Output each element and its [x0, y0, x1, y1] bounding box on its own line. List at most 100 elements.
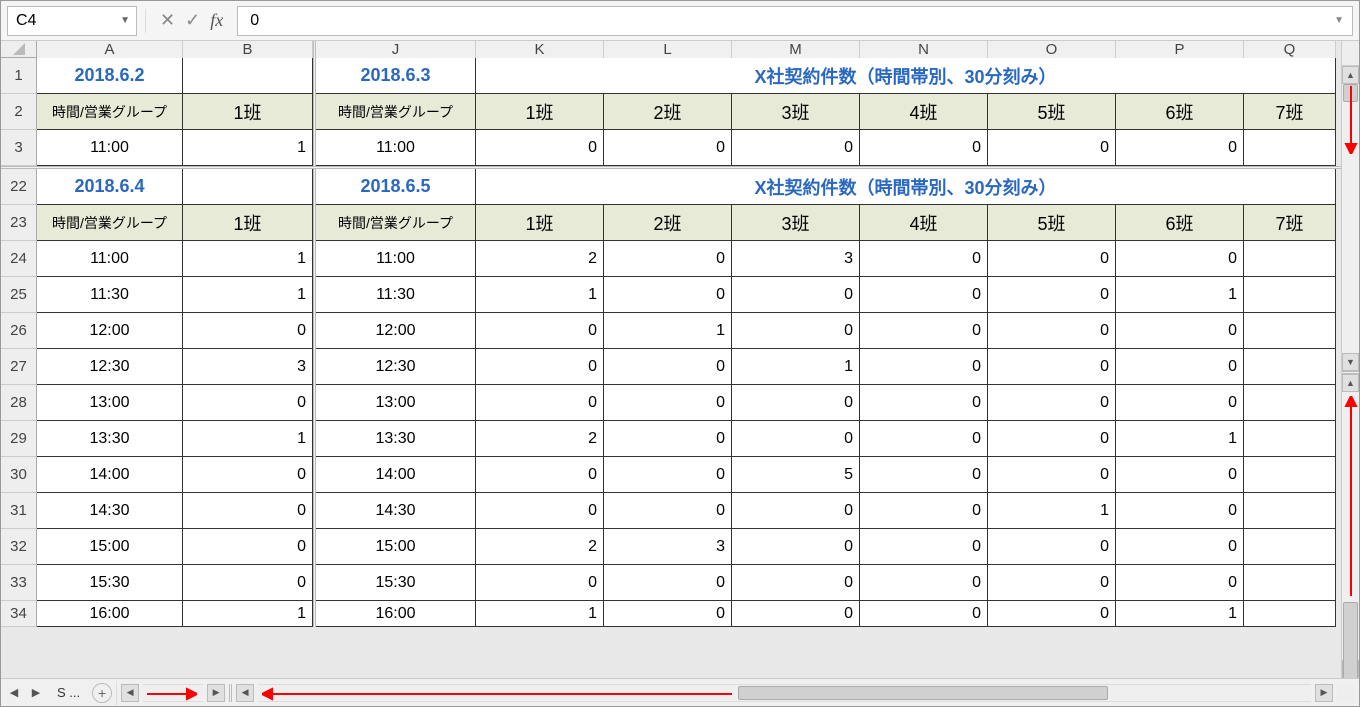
data-cell[interactable]: 0: [1116, 130, 1244, 166]
group-header-cell[interactable]: 4班: [860, 205, 988, 241]
data-cell[interactable]: 0: [860, 493, 988, 529]
data-cell[interactable]: 0: [732, 421, 860, 457]
row-header[interactable]: 23: [1, 205, 37, 241]
col-header-Q[interactable]: Q: [1244, 41, 1336, 58]
data-cell[interactable]: 0: [988, 601, 1116, 627]
data-cell[interactable]: 0: [988, 313, 1116, 349]
data-cell[interactable]: 0: [988, 241, 1116, 277]
cell-J23[interactable]: 時間/営業グループ: [316, 205, 476, 241]
data-cell[interactable]: 0: [1116, 385, 1244, 421]
hscroll-track-right[interactable]: [258, 684, 1311, 702]
data-cell[interactable]: 0: [860, 565, 988, 601]
cell-A3[interactable]: 11:00: [37, 130, 183, 166]
data-cell[interactable]: 3: [604, 529, 732, 565]
data-cell[interactable]: 1: [183, 601, 313, 627]
row-header[interactable]: 33: [1, 565, 37, 601]
time-cell[interactable]: 14:00: [316, 457, 476, 493]
data-cell[interactable]: 1: [604, 313, 732, 349]
col-header-L[interactable]: L: [604, 41, 732, 58]
data-cell[interactable]: [1244, 601, 1336, 627]
cell-B23[interactable]: 1班: [183, 205, 313, 241]
cell-A1[interactable]: 2018.6.2: [37, 58, 183, 94]
group-header-cell[interactable]: 2班: [604, 205, 732, 241]
data-cell[interactable]: 0: [732, 529, 860, 565]
data-cell[interactable]: 0: [988, 130, 1116, 166]
group-header-cell[interactable]: 3班: [732, 205, 860, 241]
sheet-nav-next[interactable]: ▶: [27, 684, 45, 702]
hscroll-right-button[interactable]: ▶: [1315, 684, 1333, 702]
add-sheet-button[interactable]: +: [92, 683, 112, 703]
data-cell[interactable]: 1: [476, 277, 604, 313]
group-header-cell[interactable]: 6班: [1116, 205, 1244, 241]
scroll-track-bottom[interactable]: [1342, 392, 1359, 661]
data-cell[interactable]: 0: [860, 529, 988, 565]
data-cell[interactable]: 0: [732, 277, 860, 313]
time-cell[interactable]: 15:30: [37, 565, 183, 601]
data-cell[interactable]: 3: [732, 241, 860, 277]
scroll-thumb-bottom[interactable]: [1343, 602, 1358, 679]
data-cell[interactable]: 0: [1116, 313, 1244, 349]
data-cell[interactable]: 1: [476, 601, 604, 627]
row-header[interactable]: 24: [1, 241, 37, 277]
col-header-N[interactable]: N: [860, 41, 988, 58]
data-cell[interactable]: 0: [476, 313, 604, 349]
col-header-B[interactable]: B: [183, 41, 313, 58]
data-cell[interactable]: [1244, 349, 1336, 385]
cell-A23[interactable]: 時間/営業グループ: [37, 205, 183, 241]
data-cell[interactable]: 0: [732, 565, 860, 601]
cell-B22[interactable]: [183, 169, 313, 205]
data-cell[interactable]: 0: [860, 601, 988, 627]
data-cell[interactable]: 0: [183, 313, 313, 349]
data-cell[interactable]: 1: [732, 349, 860, 385]
time-cell[interactable]: 16:00: [316, 601, 476, 627]
data-cell[interactable]: 0: [604, 277, 732, 313]
time-cell[interactable]: 15:00: [316, 529, 476, 565]
data-cell[interactable]: 0: [476, 493, 604, 529]
data-cell[interactable]: [1244, 313, 1336, 349]
data-cell[interactable]: [1244, 241, 1336, 277]
row-header[interactable]: 34: [1, 601, 37, 627]
data-cell[interactable]: 0: [604, 565, 732, 601]
time-cell[interactable]: 12:30: [37, 349, 183, 385]
data-cell[interactable]: 0: [860, 130, 988, 166]
hscroll-right-button[interactable]: ▶: [207, 684, 225, 702]
scroll-up-button[interactable]: ▲: [1342, 374, 1359, 392]
group-header-cell[interactable]: 3班: [732, 94, 860, 130]
data-cell[interactable]: 2: [476, 241, 604, 277]
data-cell[interactable]: 0: [988, 565, 1116, 601]
expand-icon[interactable]: ▼: [1334, 15, 1344, 26]
cell-B2[interactable]: 1班: [183, 94, 313, 130]
row-header[interactable]: 22: [1, 169, 37, 205]
merged-title-top[interactable]: X社契約件数（時間帯別、30分刻み）: [476, 58, 1336, 94]
data-cell[interactable]: 0: [604, 601, 732, 627]
data-cell[interactable]: 2: [476, 529, 604, 565]
data-cell[interactable]: 0: [988, 385, 1116, 421]
data-cell[interactable]: [1244, 529, 1336, 565]
data-cell[interactable]: 0: [604, 493, 732, 529]
data-cell[interactable]: 0: [476, 349, 604, 385]
time-cell[interactable]: 13:00: [316, 385, 476, 421]
formula-input[interactable]: 0 ▼: [237, 6, 1353, 36]
data-cell[interactable]: [1244, 421, 1336, 457]
data-cell[interactable]: 0: [988, 421, 1116, 457]
time-cell[interactable]: 11:00: [316, 241, 476, 277]
data-cell[interactable]: 0: [476, 457, 604, 493]
col-header-O[interactable]: O: [988, 41, 1116, 58]
cell-J1[interactable]: 2018.6.3: [316, 58, 476, 94]
data-cell[interactable]: 0: [476, 130, 604, 166]
data-cell[interactable]: 0: [476, 565, 604, 601]
data-cell[interactable]: 0: [732, 493, 860, 529]
data-cell[interactable]: [1244, 385, 1336, 421]
group-header-cell[interactable]: 2班: [604, 94, 732, 130]
data-cell[interactable]: [1244, 277, 1336, 313]
data-cell[interactable]: 1: [183, 421, 313, 457]
col-header-P[interactable]: P: [1116, 41, 1244, 58]
row-header[interactable]: 31: [1, 493, 37, 529]
time-cell[interactable]: 14:30: [37, 493, 183, 529]
scroll-track-top[interactable]: [1342, 84, 1359, 353]
time-cell[interactable]: 12:00: [37, 313, 183, 349]
data-cell[interactable]: 1: [1116, 277, 1244, 313]
data-cell[interactable]: 0: [604, 385, 732, 421]
data-cell[interactable]: 0: [1116, 493, 1244, 529]
row-header[interactable]: 27: [1, 349, 37, 385]
